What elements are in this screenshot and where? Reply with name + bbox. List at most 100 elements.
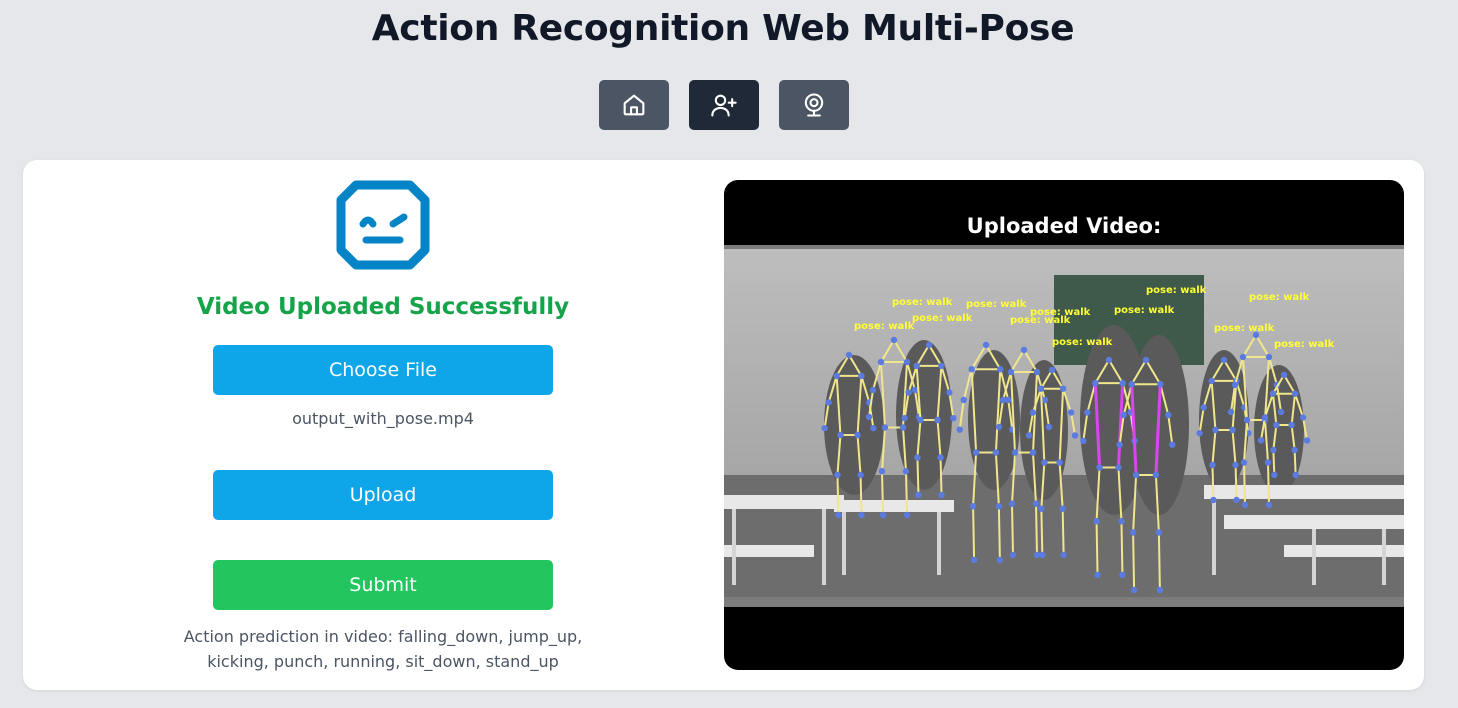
main-card: Video Uploaded Successfully Choose File …: [23, 160, 1424, 690]
skeleton-keypoint: [878, 468, 886, 475]
skeleton-keypoint: [834, 471, 841, 479]
skeleton-keypoint: [1142, 356, 1150, 364]
pose-label: pose: walk: [892, 297, 953, 308]
skeleton-keypoint: [890, 336, 898, 344]
skeleton-bone: [1211, 464, 1215, 501]
skeleton-keypoint: [1277, 408, 1285, 416]
skeleton-keypoint: [1152, 471, 1160, 479]
skeleton-keypoint: [1029, 449, 1037, 456]
skeleton-keypoint: [969, 503, 977, 510]
submit-button[interactable]: Submit: [213, 560, 553, 610]
skeleton-keypoint: [1200, 404, 1207, 411]
skeleton-keypoint: [937, 454, 944, 461]
skeleton-bone: [972, 506, 976, 561]
pose-label: pose: walk: [966, 299, 1027, 310]
video-player[interactable]: pose: walk pose: walk pose: walk pose: walk…: [724, 245, 1404, 607]
skeleton-keypoint: [1105, 356, 1113, 364]
upload-panel: Video Uploaded Successfully Choose File …: [23, 160, 743, 690]
skeleton-keypoint: [1196, 429, 1203, 437]
skeleton-keypoint: [1039, 551, 1046, 559]
pose-label: pose: walk: [1274, 339, 1335, 350]
upload-button[interactable]: Upload: [213, 470, 553, 520]
skeleton-keypoint: [1243, 416, 1251, 424]
skeleton-bone: [1035, 503, 1038, 556]
skeleton-bone: [859, 474, 863, 516]
skeleton-keypoint: [902, 468, 910, 475]
skeleton-keypoint: [992, 449, 1000, 456]
skeleton-keypoint: [1009, 551, 1017, 559]
upload-status-message: Video Uploaded Successfully: [196, 294, 570, 320]
skeleton-keypoint: [995, 503, 1003, 510]
skeleton-keypoint: [1120, 411, 1127, 419]
skeleton-keypoint: [1291, 390, 1299, 397]
skeleton-keypoint: [1265, 501, 1273, 509]
skeleton-bone: [1243, 462, 1246, 506]
skeleton-bone: [836, 474, 840, 516]
skeleton-keypoint: [1115, 464, 1122, 471]
skeleton-keypoint: [1129, 529, 1137, 536]
skeleton-keypoint: [996, 556, 1004, 564]
pose-label: pose: walk: [1146, 285, 1207, 296]
skeleton-keypoint: [869, 386, 877, 394]
skeleton-bone: [1061, 508, 1065, 556]
skeleton-keypoint: [901, 414, 908, 422]
choose-file-button[interactable]: Choose File: [213, 345, 553, 395]
page-title: Action Recognition Web Multi-Pose: [371, 8, 1075, 49]
skeleton-bone: [1132, 532, 1136, 591]
skeleton-keypoint: [1232, 461, 1239, 469]
skeleton-keypoint: [995, 423, 1003, 431]
skeleton-bone: [916, 457, 920, 496]
skeleton-keypoint: [1265, 353, 1273, 361]
skeleton-keypoint: [1273, 421, 1280, 429]
skeleton-keypoint: [1011, 449, 1019, 456]
skeleton-keypoint: [825, 399, 832, 406]
skeleton-keypoint: [1084, 409, 1091, 416]
pose-label: pose: walk: [1214, 323, 1275, 334]
skeleton-keypoint: [1271, 471, 1278, 479]
nav-bar: [599, 80, 849, 130]
skeleton-keypoint: [1060, 551, 1067, 559]
skeleton-keypoint: [934, 416, 941, 424]
skeleton-keypoint: [858, 372, 865, 380]
skeleton-keypoint: [877, 358, 885, 366]
skeleton-keypoint: [1038, 505, 1045, 512]
nav-webcam-button[interactable]: [779, 80, 849, 130]
skeleton-keypoint: [833, 372, 840, 380]
nav-home-button[interactable]: [599, 80, 669, 130]
skeleton-keypoint: [913, 362, 920, 370]
nav-add-user-button[interactable]: [689, 80, 759, 130]
skeleton-keypoint: [1094, 571, 1101, 579]
skeleton-bone: [1011, 503, 1014, 556]
pose-label: pose: walk: [1114, 305, 1175, 316]
skeleton-keypoint: [870, 424, 877, 432]
skeleton-bone: [1120, 521, 1124, 576]
skeleton-bone: [939, 457, 943, 496]
skeleton-keypoint: [999, 396, 1007, 404]
skeleton-bone: [1157, 532, 1161, 591]
skeleton-keypoint: [903, 358, 911, 366]
skeleton-keypoint: [1067, 409, 1075, 416]
skeleton-keypoint: [1210, 496, 1217, 504]
skeleton-bone: [1234, 464, 1238, 501]
skeleton-keypoint: [1092, 379, 1099, 387]
skeleton-keypoint: [970, 556, 978, 564]
skeleton-keypoint: [1288, 421, 1295, 429]
skeleton-keypoint: [905, 389, 912, 396]
skeleton-keypoint: [1280, 371, 1288, 379]
skeleton-bone: [1040, 508, 1044, 556]
skeleton-keypoint: [837, 431, 844, 439]
skeleton-keypoint: [1165, 411, 1172, 419]
skeleton-keypoint: [968, 366, 975, 373]
skeleton-keypoint: [1209, 461, 1216, 469]
skeleton-keypoint: [835, 511, 842, 519]
skeleton-keypoint: [917, 416, 924, 424]
pose-label: pose: walk: [1052, 337, 1113, 348]
selected-file-name: output_with_pose.mp4: [292, 409, 474, 428]
pose-video-frame: pose: walk pose: walk pose: walk pose: walk…: [724, 245, 1404, 607]
action-prediction-text: Action prediction in video: falling_down…: [183, 627, 583, 671]
skeleton-keypoint: [1212, 426, 1219, 434]
skeleton-keypoint: [865, 413, 873, 421]
pose-label: pose: walk: [1249, 292, 1310, 303]
skeleton-keypoint: [1239, 353, 1247, 361]
skeleton-keypoint: [1229, 426, 1236, 434]
